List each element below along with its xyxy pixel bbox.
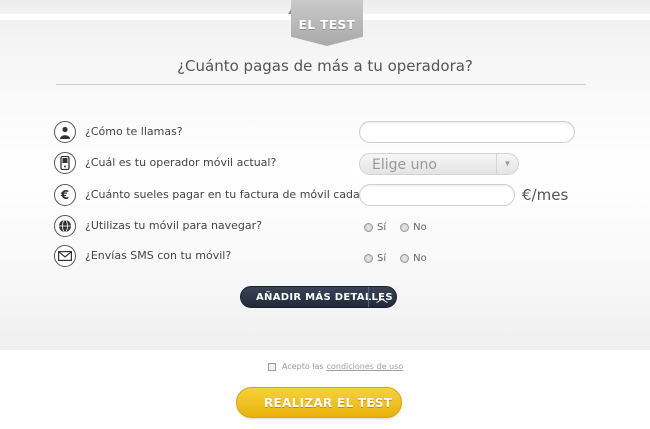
operator-select-value: Elige uno [372, 157, 437, 173]
sms-no-radio[interactable]: No [400, 253, 427, 264]
sms-radio-group: Sí No [364, 251, 441, 265]
euro-icon: € [54, 184, 76, 206]
run-test-button[interactable]: REALIZAR EL TEST › [236, 387, 402, 418]
button-separator [368, 287, 369, 307]
monthly-label: ¿Cuánto sueles pagar en tu factura de mó… [85, 188, 393, 201]
radio-yes-label: Sí [377, 221, 387, 233]
name-input[interactable] [359, 121, 575, 143]
monthly-input[interactable] [359, 184, 515, 206]
browsing-label: ¿Utilizas tu móvil para navegar? [85, 219, 263, 232]
globe-icon [54, 215, 76, 237]
terms-link[interactable]: condiciones de uso [327, 362, 404, 371]
phone-icon [54, 152, 76, 174]
form-question: ¿Cuánto pagas de más a tu operadora? [177, 57, 473, 75]
chevron-up-icon[interactable]: ︿ [371, 289, 393, 306]
chevron-right-icon: › [371, 394, 376, 410]
row-browsing: ¿Utilizas tu móvil para navegar? [54, 215, 574, 237]
radio-dot[interactable] [400, 253, 410, 263]
envelope-icon [54, 245, 76, 267]
browsing-radio-group: Sí No [364, 220, 441, 234]
radio-dot[interactable] [364, 222, 373, 232]
add-details-button[interactable]: AÑADIR MÁS DETALLES ︿ [240, 286, 397, 308]
browsing-yes-radio[interactable]: Sí [364, 222, 386, 233]
name-label: ¿Cómo te llamas? [85, 125, 183, 138]
row-sms: ¿Envías SMS con tu móvil? [54, 245, 574, 267]
chevron-down-icon[interactable]: ▼ [496, 154, 518, 174]
monthly-unit: €/mes [522, 186, 569, 204]
terms-row: Acepto las condiciones de uso [268, 362, 403, 371]
sms-yes-radio[interactable]: Sí [364, 253, 386, 264]
operator-select[interactable]: Elige uno ▼ [359, 153, 519, 175]
operator-label: ¿Cuál es tu operador móvil actual? [85, 156, 277, 169]
radio-no-label: No [413, 221, 427, 233]
tab-el-test: EL TEST [291, 0, 363, 46]
sms-label: ¿Envías SMS con tu móvil? [85, 249, 232, 262]
radio-dot[interactable] [364, 253, 373, 263]
terms-checkbox[interactable] [268, 362, 276, 371]
radio-no-label: No [413, 252, 427, 264]
radio-dot[interactable] [400, 222, 410, 232]
person-icon [54, 121, 76, 143]
terms-prefix: Acepto las [282, 362, 324, 371]
divider [56, 84, 586, 85]
radio-yes-label: Sí [377, 252, 387, 264]
browsing-no-radio[interactable]: No [400, 222, 427, 233]
